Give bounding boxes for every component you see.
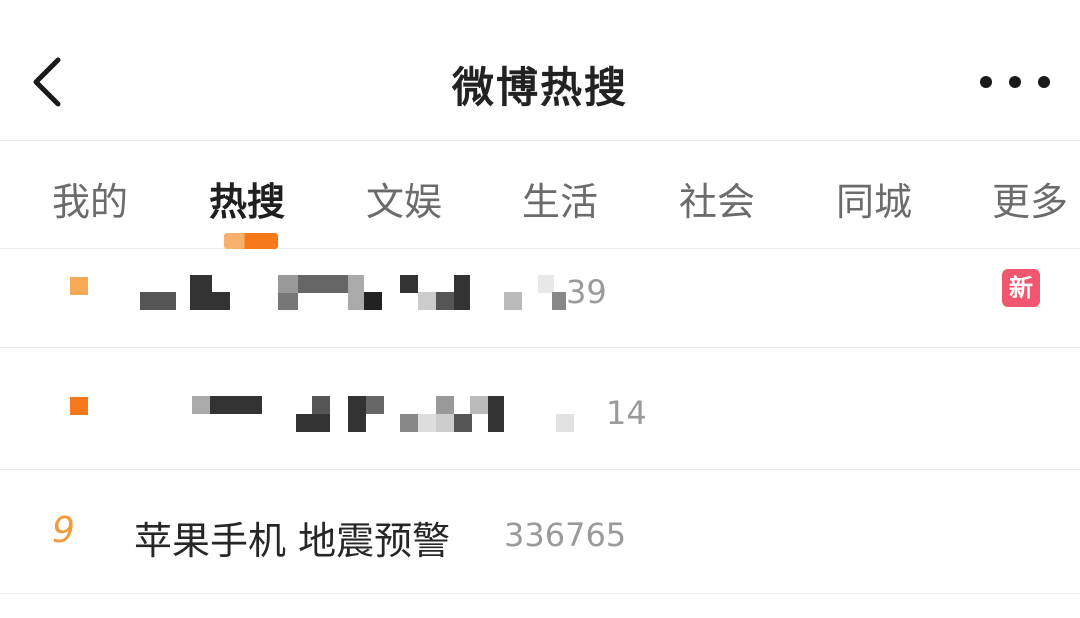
tab-hot-search[interactable]: 热搜 bbox=[209, 171, 285, 226]
more-button[interactable] bbox=[980, 62, 1050, 102]
page-title: 微博热搜 bbox=[451, 63, 628, 112]
weibo-hot-search-screen: 微博热搜 我的 热搜 文娱 生活 社会 同城 更多 39 新 14 9 苹果手机… bbox=[0, 0, 1080, 618]
category-tabs: 我的 热搜 文娱 生活 社会 同城 更多 bbox=[0, 141, 1080, 249]
more-dots-icon bbox=[1009, 76, 1021, 88]
rank-number: 9 bbox=[52, 510, 75, 551]
more-dots-icon bbox=[980, 76, 992, 88]
tab-mine[interactable]: 我的 bbox=[52, 171, 128, 226]
more-dots-icon bbox=[1038, 76, 1050, 88]
list-item[interactable]: 39 新 bbox=[0, 249, 1080, 348]
new-badge: 新 bbox=[1002, 269, 1040, 307]
active-tab-indicator bbox=[224, 233, 278, 249]
heat-count: 39 bbox=[566, 273, 607, 311]
tab-local[interactable]: 同城 bbox=[836, 171, 912, 226]
pixelated-topic bbox=[0, 249, 1080, 347]
top-nav-bar: 微博热搜 bbox=[0, 0, 1080, 141]
tab-entertainment[interactable]: 文娱 bbox=[366, 171, 442, 226]
heat-count: 14 bbox=[606, 394, 647, 432]
heat-count: 336765 bbox=[504, 516, 627, 554]
topic-title: 苹果手机 地震预警 bbox=[134, 519, 451, 563]
tab-more[interactable]: 更多 bbox=[992, 171, 1068, 226]
list-item[interactable]: 14 bbox=[0, 348, 1080, 470]
pixelated-topic bbox=[0, 348, 1080, 469]
tab-society[interactable]: 社会 bbox=[679, 171, 755, 226]
tab-life[interactable]: 生活 bbox=[522, 171, 598, 226]
list-item[interactable]: 9 苹果手机 地震预警 336765 bbox=[0, 470, 1080, 594]
